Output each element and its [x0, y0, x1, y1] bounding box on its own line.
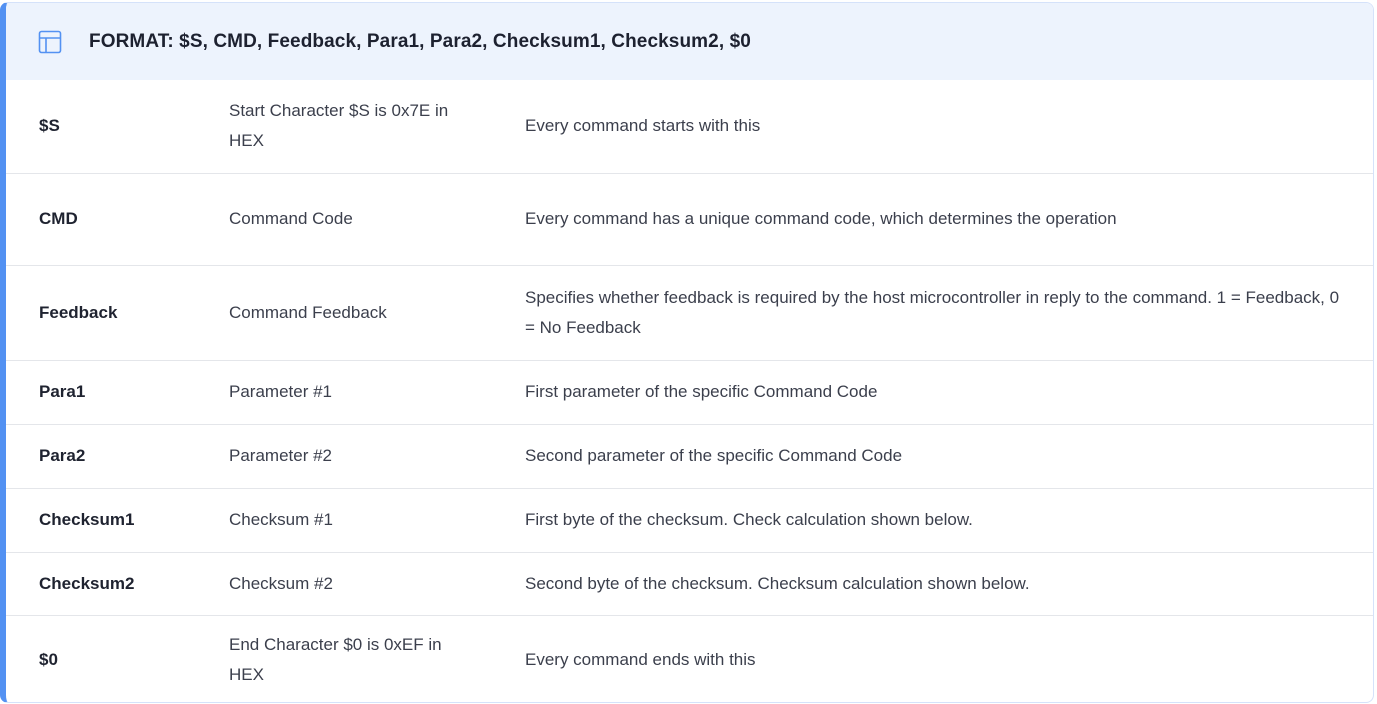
table-row: $0 End Character $0 is 0xEF in HEX Every…: [6, 614, 1373, 702]
description-cell: First parameter of the specific Command …: [495, 359, 1373, 424]
name-cell: End Character $0 is 0xEF in HEX: [197, 614, 495, 702]
field-cell: CMD: [6, 172, 197, 265]
name-cell: Parameter #1: [197, 359, 495, 424]
table-row: CMD Command Code Every command has a uni…: [6, 172, 1373, 265]
field-cell: Checksum2: [6, 551, 197, 615]
table-row: Feedback Command Feedback Specifies whet…: [6, 264, 1373, 360]
format-table: $S Start Character $S is 0x7E in HEX Eve…: [6, 80, 1373, 702]
name-cell: Command Feedback: [197, 264, 495, 360]
description-cell: Second parameter of the specific Command…: [495, 423, 1373, 488]
table-row: Checksum2 Checksum #2 Second byte of the…: [6, 551, 1373, 615]
field-cell: Checksum1: [6, 487, 197, 552]
description-cell: Second byte of the checksum. Checksum ca…: [495, 551, 1373, 615]
name-cell: Checksum #2: [197, 551, 495, 615]
description-cell: Every command ends with this: [495, 614, 1373, 702]
name-cell: Command Code: [197, 172, 495, 265]
table-row: Checksum1 Checksum #1 First byte of the …: [6, 487, 1373, 552]
table-header: FORMAT: $S, CMD, Feedback, Para1, Para2,…: [6, 3, 1373, 80]
field-cell: Para1: [6, 359, 197, 424]
field-cell: $0: [6, 614, 197, 702]
field-cell: Feedback: [6, 264, 197, 360]
name-cell: Start Character $S is 0x7E in HEX: [229, 101, 449, 151]
name-cell: Parameter #2: [197, 423, 495, 488]
table-title: FORMAT: $S, CMD, Feedback, Para1, Para2,…: [89, 30, 751, 52]
description-cell: Every command starts with this: [525, 116, 761, 136]
table-row: $S Start Character $S is 0x7E in HEX Eve…: [6, 80, 1373, 173]
field-cell: Para2: [6, 423, 197, 488]
description-cell: First byte of the checksum. Check calcul…: [495, 487, 1373, 552]
format-table-card: FORMAT: $S, CMD, Feedback, Para1, Para2,…: [0, 2, 1374, 703]
table-icon: [38, 30, 62, 54]
table-row: Para1 Parameter #1 First parameter of th…: [6, 359, 1373, 424]
table-row: Para2 Parameter #2 Second parameter of t…: [6, 423, 1373, 488]
field-cell: $S: [39, 116, 60, 136]
description-cell: Every command has a unique command code,…: [495, 172, 1373, 265]
description-cell: Specifies whether feedback is required b…: [495, 264, 1373, 360]
name-cell: Checksum #1: [197, 487, 495, 552]
